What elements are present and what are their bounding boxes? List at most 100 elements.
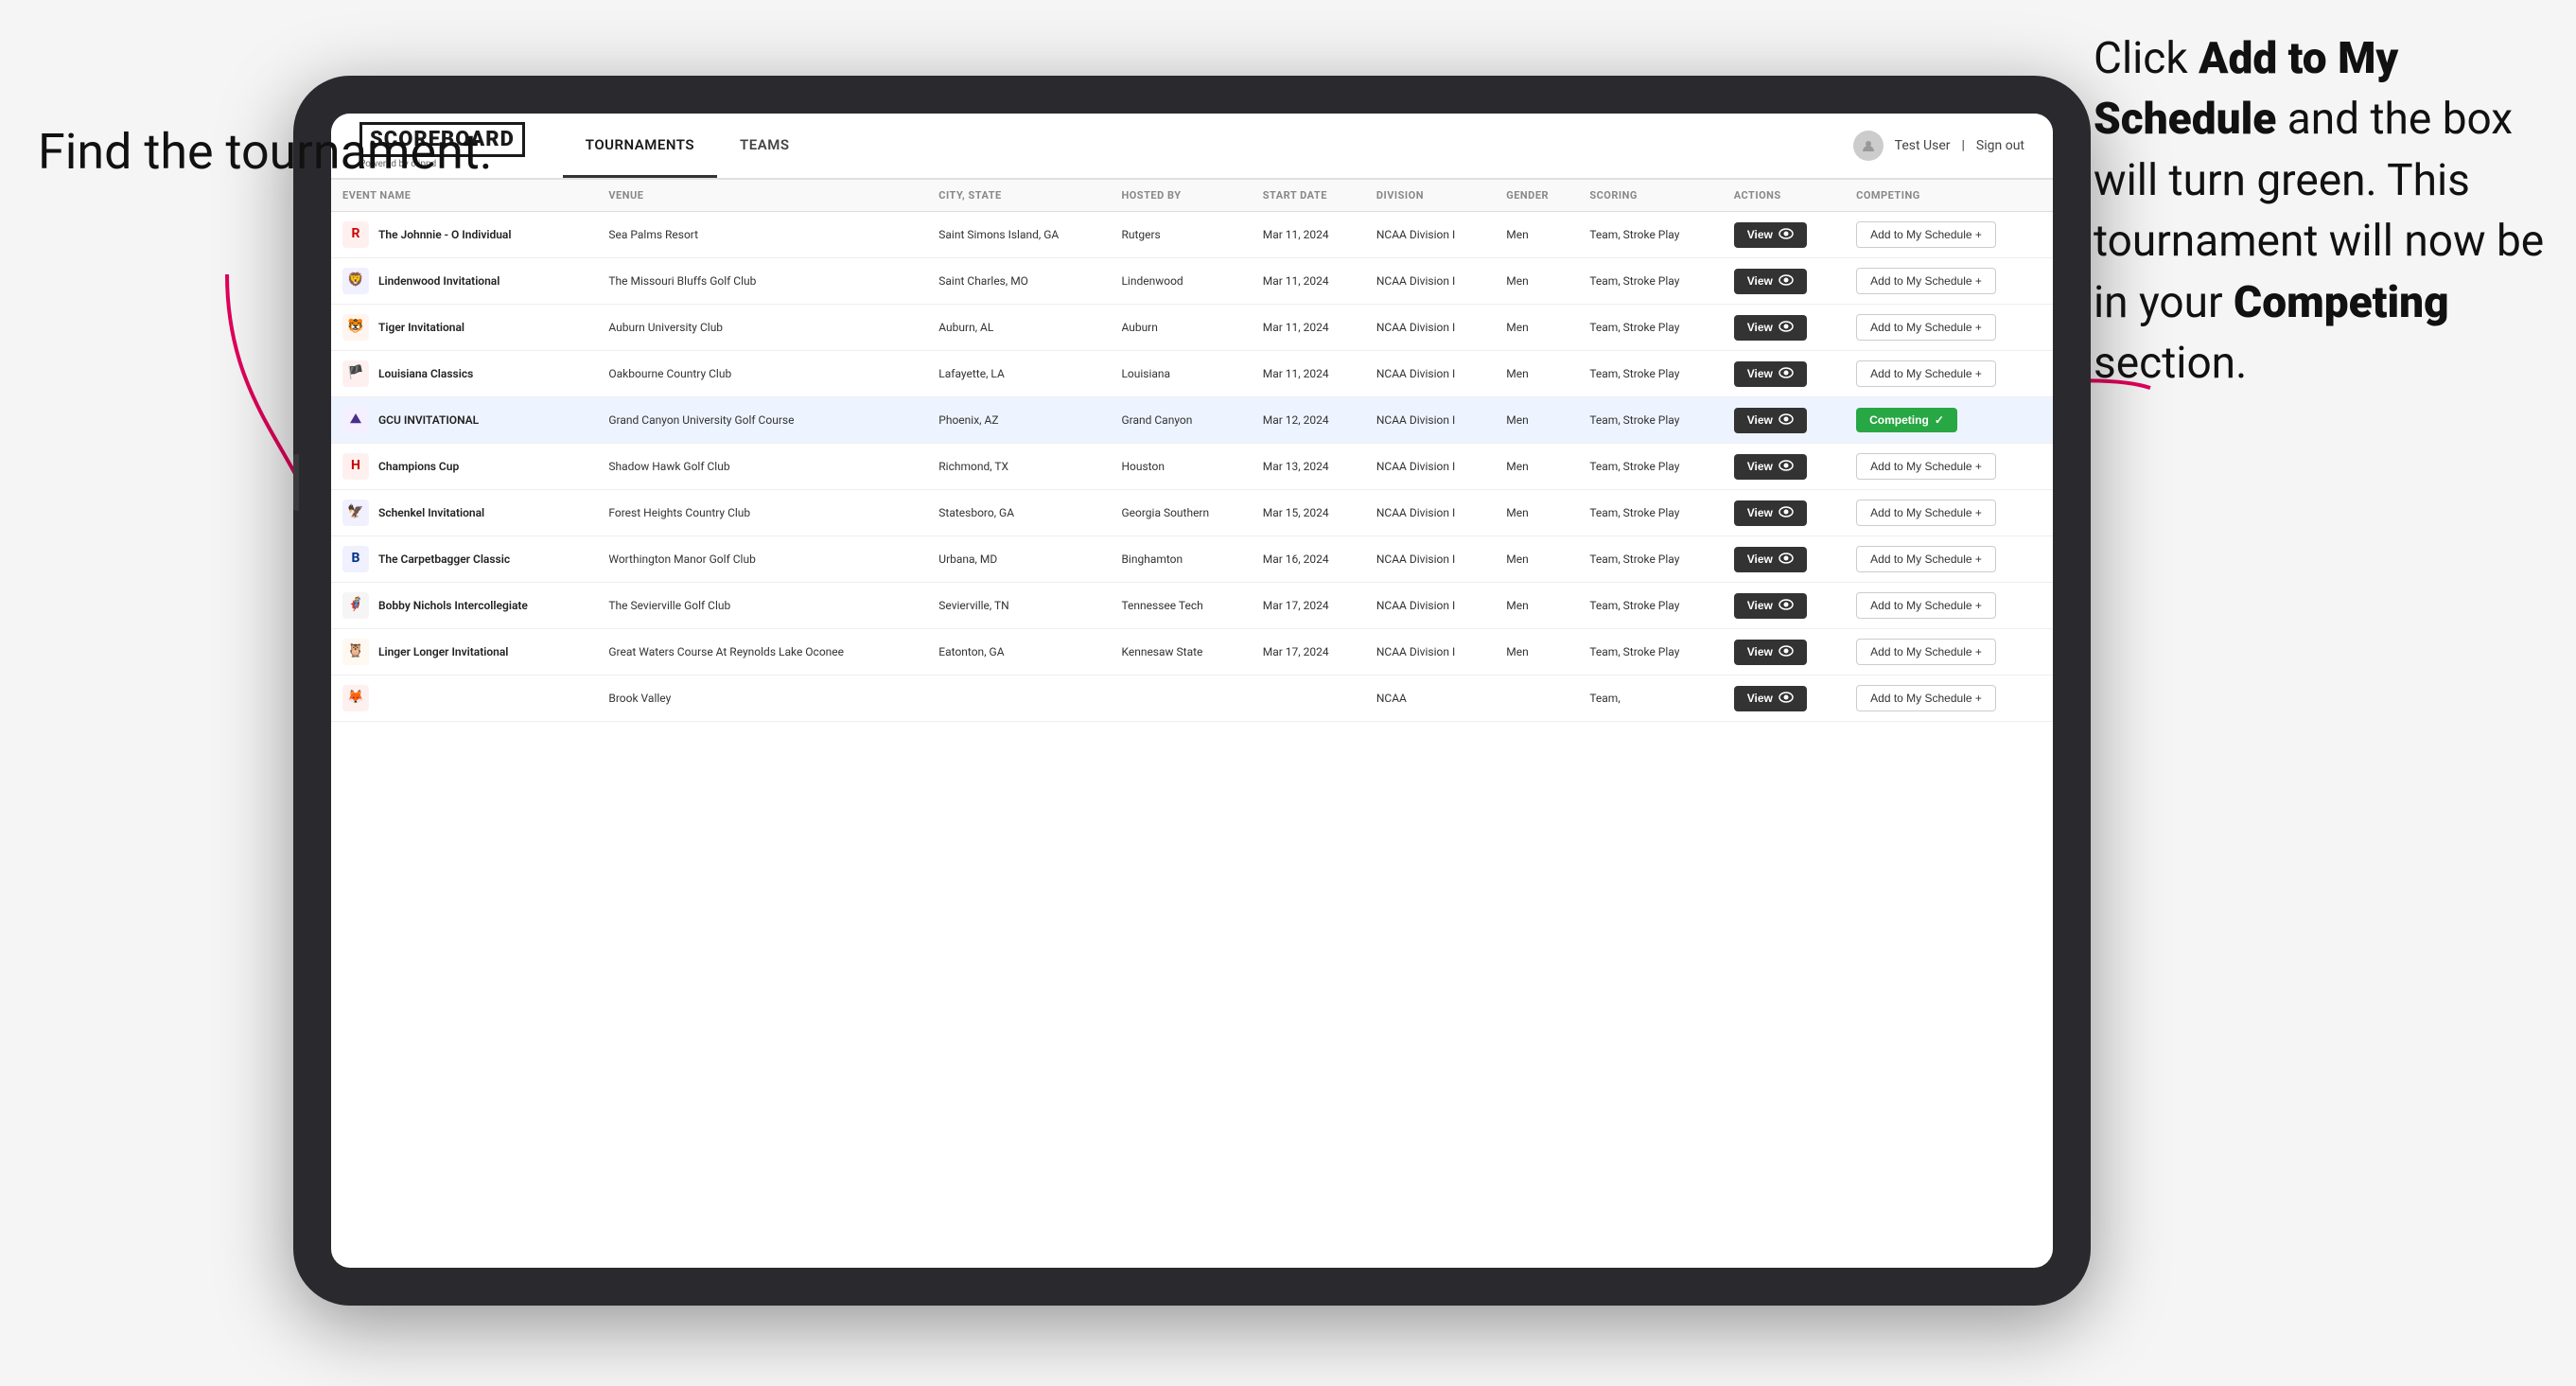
table-row: 🦅 Schenkel Invitational Forest Heights C… — [331, 490, 2053, 536]
venue-cell: The Missouri Bluffs Golf Club — [597, 258, 927, 305]
event-name-cell: ⛰ GCU INVITATIONAL — [331, 397, 597, 444]
hosted-by-cell: Kennesaw State — [1110, 629, 1251, 675]
division-cell: NCAA Division I — [1365, 305, 1495, 351]
col-header-date: START DATE — [1252, 180, 1365, 212]
add-schedule-button[interactable]: Add to My Schedule + — [1856, 546, 1996, 572]
city-cell: Saint Simons Island, GA — [927, 212, 1110, 258]
competing-cell: Add to My Schedule + — [1845, 351, 2053, 397]
team-logo: 🦸 — [342, 592, 369, 619]
hosted-by-cell: Auburn — [1110, 305, 1251, 351]
event-name: Lindenwood Invitational — [378, 273, 499, 289]
checkmark-icon: ✓ — [1935, 413, 1944, 427]
view-button[interactable]: View — [1734, 361, 1807, 387]
col-header-division: DIVISION — [1365, 180, 1495, 212]
col-header-gender: GENDER — [1495, 180, 1578, 212]
add-schedule-label: Add to My Schedule + — [1870, 506, 1982, 519]
add-schedule-button[interactable]: Add to My Schedule + — [1856, 639, 1996, 665]
scoring-cell: Team, — [1578, 675, 1722, 722]
add-schedule-button[interactable]: Add to My Schedule + — [1856, 221, 1996, 248]
eye-icon — [1779, 645, 1794, 659]
view-button[interactable]: View — [1734, 222, 1807, 248]
gender-cell: Men — [1495, 351, 1578, 397]
add-schedule-button[interactable]: Add to My Schedule + — [1856, 685, 1996, 711]
hosted-by-cell: Lindenwood — [1110, 258, 1251, 305]
event-name-cell: 🏴 Louisiana Classics — [331, 351, 597, 397]
col-header-scoring: SCORING — [1578, 180, 1722, 212]
event-name: Champions Cup — [378, 459, 459, 475]
competing-cell: Add to My Schedule + — [1845, 212, 2053, 258]
user-avatar — [1853, 131, 1884, 161]
col-header-event: EVENT NAME — [331, 180, 597, 212]
add-schedule-button[interactable]: Add to My Schedule + — [1856, 453, 1996, 480]
gender-cell: Men — [1495, 444, 1578, 490]
view-button[interactable]: View — [1734, 454, 1807, 480]
scoring-cell: Team, Stroke Play — [1578, 305, 1722, 351]
competing-button[interactable]: Competing ✓ — [1856, 408, 1957, 432]
competing-cell: Add to My Schedule + — [1845, 583, 2053, 629]
view-button[interactable]: View — [1734, 686, 1807, 711]
event-name: Tiger Invitational — [378, 320, 464, 336]
venue-cell: Brook Valley — [597, 675, 927, 722]
sign-out-link[interactable]: Sign out — [1976, 138, 2024, 153]
add-schedule-button[interactable]: Add to My Schedule + — [1856, 500, 1996, 526]
add-schedule-button[interactable]: Add to My Schedule + — [1856, 314, 1996, 341]
division-cell: NCAA — [1365, 675, 1495, 722]
view-button[interactable]: View — [1734, 593, 1807, 619]
scoring-cell: Team, Stroke Play — [1578, 490, 1722, 536]
view-label: View — [1747, 553, 1773, 566]
add-schedule-label: Add to My Schedule + — [1870, 553, 1982, 566]
hosted-by-cell: Rutgers — [1110, 212, 1251, 258]
table-row: R The Johnnie - O Individual Sea Palms R… — [331, 212, 2053, 258]
competing-cell: Add to My Schedule + — [1845, 305, 2053, 351]
add-schedule-button[interactable]: Add to My Schedule + — [1856, 592, 1996, 619]
add-schedule-label: Add to My Schedule + — [1870, 228, 1982, 241]
event-name: The Carpetbagger Classic — [378, 552, 510, 568]
add-schedule-label: Add to My Schedule + — [1870, 274, 1982, 288]
actions-cell: View — [1723, 629, 1845, 675]
eye-icon — [1779, 413, 1794, 428]
annotation-left: Find the tournament. — [38, 123, 493, 182]
competing-cell: Add to My Schedule + — [1845, 444, 2053, 490]
division-cell: NCAA Division I — [1365, 444, 1495, 490]
scoring-cell: Team, Stroke Play — [1578, 444, 1722, 490]
add-schedule-label: Add to My Schedule + — [1870, 321, 1982, 334]
actions-cell: View — [1723, 351, 1845, 397]
table-header-row: EVENT NAME VENUE CITY, STATE HOSTED BY S… — [331, 180, 2053, 212]
user-name: Test User — [1895, 138, 1951, 153]
hosted-by-cell: Houston — [1110, 444, 1251, 490]
col-header-competing: COMPETING — [1845, 180, 2053, 212]
add-schedule-button[interactable]: Add to My Schedule + — [1856, 360, 1996, 387]
view-button[interactable]: View — [1734, 269, 1807, 294]
actions-cell: View — [1723, 444, 1845, 490]
division-cell: NCAA Division I — [1365, 490, 1495, 536]
hosted-by-cell — [1110, 675, 1251, 722]
view-button[interactable]: View — [1734, 408, 1807, 433]
tab-teams[interactable]: TEAMS — [717, 114, 812, 178]
competing-cell: Add to My Schedule + — [1845, 536, 2053, 583]
team-logo: ⛰ — [342, 407, 369, 433]
gender-cell: Men — [1495, 212, 1578, 258]
view-button[interactable]: View — [1734, 547, 1807, 572]
view-button[interactable]: View — [1734, 315, 1807, 341]
division-cell: NCAA Division I — [1365, 583, 1495, 629]
header-right: Test User | Sign out — [1853, 131, 2024, 161]
add-schedule-button[interactable]: Add to My Schedule + — [1856, 268, 1996, 294]
table-row: 🦊 Brook Valley NCAA Team, View — [331, 675, 2053, 722]
event-name-cell: 🐯 Tiger Invitational — [331, 305, 597, 351]
view-label: View — [1747, 367, 1773, 380]
view-label: View — [1747, 599, 1773, 612]
competing-cell: Add to My Schedule + — [1845, 629, 2053, 675]
tab-tournaments[interactable]: TOURNAMENTS — [563, 114, 717, 178]
team-logo: 🏴 — [342, 360, 369, 387]
venue-cell: Shadow Hawk Golf Club — [597, 444, 927, 490]
actions-cell: View — [1723, 305, 1845, 351]
view-button[interactable]: View — [1734, 640, 1807, 665]
start-date-cell: Mar 17, 2024 — [1252, 629, 1365, 675]
col-header-actions: ACTIONS — [1723, 180, 1845, 212]
actions-cell: View — [1723, 212, 1845, 258]
view-button[interactable]: View — [1734, 500, 1807, 526]
event-name-cell: B The Carpetbagger Classic — [331, 536, 597, 583]
scoring-cell: Team, Stroke Play — [1578, 536, 1722, 583]
event-name-cell: 🦉 Linger Longer Invitational — [331, 629, 597, 675]
venue-cell: Worthington Manor Golf Club — [597, 536, 927, 583]
